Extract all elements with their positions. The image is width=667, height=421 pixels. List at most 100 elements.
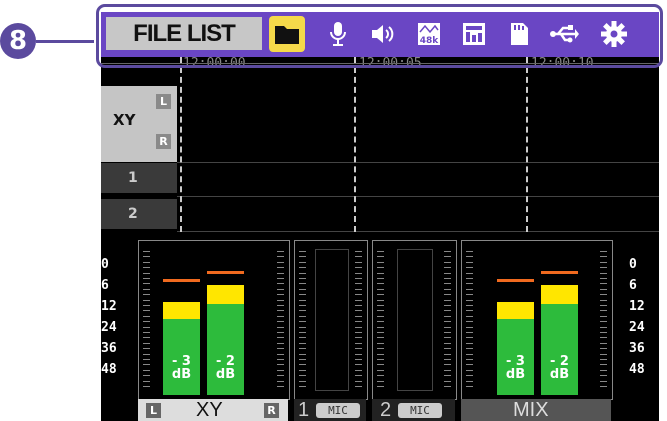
meter-tick <box>444 288 451 290</box>
meter-tick <box>355 332 362 333</box>
meter-tick <box>299 278 306 279</box>
meter-tick <box>377 299 384 301</box>
meter-tick <box>277 315 284 317</box>
meter-tick <box>355 305 362 306</box>
meter-tick <box>377 342 384 344</box>
device-screen: FILE LIST 48k 12:00:00 12:00:05 12:00:10… <box>101 12 659 421</box>
meter-tick <box>600 375 607 377</box>
meter-tick <box>277 380 284 382</box>
track-name: XY <box>113 111 136 129</box>
meter-tick <box>143 337 150 339</box>
channel-name: XY <box>196 399 223 421</box>
meter-tick <box>355 251 362 252</box>
meter-tick <box>377 256 384 258</box>
meter-tick <box>466 337 473 339</box>
level-scale-left: 0 6 12 24 36 48 <box>101 257 117 377</box>
meter-tick <box>377 369 384 371</box>
right-channel-tag: R <box>156 134 171 149</box>
meter-tick <box>299 294 306 296</box>
meter-tick <box>466 294 473 296</box>
meter-tick <box>600 305 607 306</box>
meter-tick <box>277 256 284 258</box>
meter-tick <box>377 310 384 312</box>
meter-tick <box>299 353 306 355</box>
meter-tick <box>377 332 384 333</box>
meter-tick <box>600 369 607 371</box>
track-xy-label[interactable]: XY L R <box>101 86 177 162</box>
peak-hold-left <box>163 279 200 282</box>
meter-tick <box>600 261 607 263</box>
meter-tick <box>143 375 150 377</box>
meter-xy: - 3 dB - 2 dB <box>138 240 290 400</box>
meter-tick <box>377 386 384 387</box>
meter-tick <box>444 261 451 263</box>
meter-tick <box>377 294 384 296</box>
track-name: 1 <box>128 170 138 186</box>
meter-tick <box>299 256 306 258</box>
track-2-label[interactable]: 2 <box>101 199 177 229</box>
meter-tick <box>444 278 451 279</box>
meter-tick <box>355 359 362 360</box>
meter-tick <box>355 326 362 328</box>
meter-tick <box>600 321 607 323</box>
meter-tick <box>600 294 607 296</box>
meter-tick <box>299 272 306 274</box>
meter-tick <box>377 326 384 328</box>
meter-tick <box>143 294 150 296</box>
meter-tick <box>444 386 451 387</box>
meter-tick <box>299 380 306 382</box>
channel-number: 1 <box>298 399 310 421</box>
meter-tick <box>143 386 150 387</box>
meter-tick <box>600 272 607 274</box>
meter-tick <box>143 299 150 301</box>
meter-tick <box>466 375 473 377</box>
channel-name: MIX <box>513 399 549 421</box>
peak-hold-right <box>207 271 244 274</box>
meter-tick <box>377 261 384 263</box>
meter-tick <box>466 326 473 328</box>
meter-tick <box>299 326 306 328</box>
meter-tick <box>600 326 607 328</box>
meter-tick <box>355 278 362 279</box>
meter-tick <box>143 261 150 263</box>
meter-tick <box>355 353 362 355</box>
gain-right: - 2 dB <box>549 354 570 382</box>
channel-number: 2 <box>380 399 392 421</box>
meter-tick <box>466 272 473 274</box>
channel-label-xy[interactable]: L XY R <box>138 399 288 421</box>
meter-tick <box>377 348 384 350</box>
meter-tick <box>600 283 607 285</box>
channel-label-mic-2[interactable]: 2 MIC <box>372 399 455 421</box>
meter-tick <box>466 364 473 366</box>
meter-tick <box>466 380 473 382</box>
meter-tick <box>466 348 473 350</box>
meter-tick <box>299 375 306 377</box>
channel-label-mix[interactable]: MIX <box>461 399 611 421</box>
meter-tick <box>466 386 473 387</box>
meter-tick <box>143 251 150 252</box>
meter-tick <box>143 315 150 317</box>
meter-tick <box>444 267 451 269</box>
meter-tick <box>143 272 150 274</box>
right-channel-tag: R <box>264 403 279 418</box>
meter-tick <box>277 272 284 274</box>
meter-tick <box>444 337 451 339</box>
time-marker <box>180 57 182 232</box>
meter-tick <box>143 256 150 258</box>
meter-tick <box>299 267 306 269</box>
meter-tick <box>600 342 607 344</box>
meter-tick <box>377 251 384 252</box>
track-1-label[interactable]: 1 <box>101 163 177 193</box>
channel-label-mic-1[interactable]: 1 MIC <box>294 399 366 421</box>
meter-tick <box>299 359 306 360</box>
meter-tick <box>444 321 451 323</box>
meter-tick <box>299 283 306 285</box>
meter-tick <box>444 283 451 285</box>
meter-tick <box>355 337 362 339</box>
callout-highlight-frame <box>96 4 663 68</box>
meter-tick <box>277 305 284 306</box>
meter-tick <box>277 348 284 350</box>
meter-tick <box>466 310 473 312</box>
meter-tick <box>143 369 150 371</box>
meter-tick <box>600 299 607 301</box>
